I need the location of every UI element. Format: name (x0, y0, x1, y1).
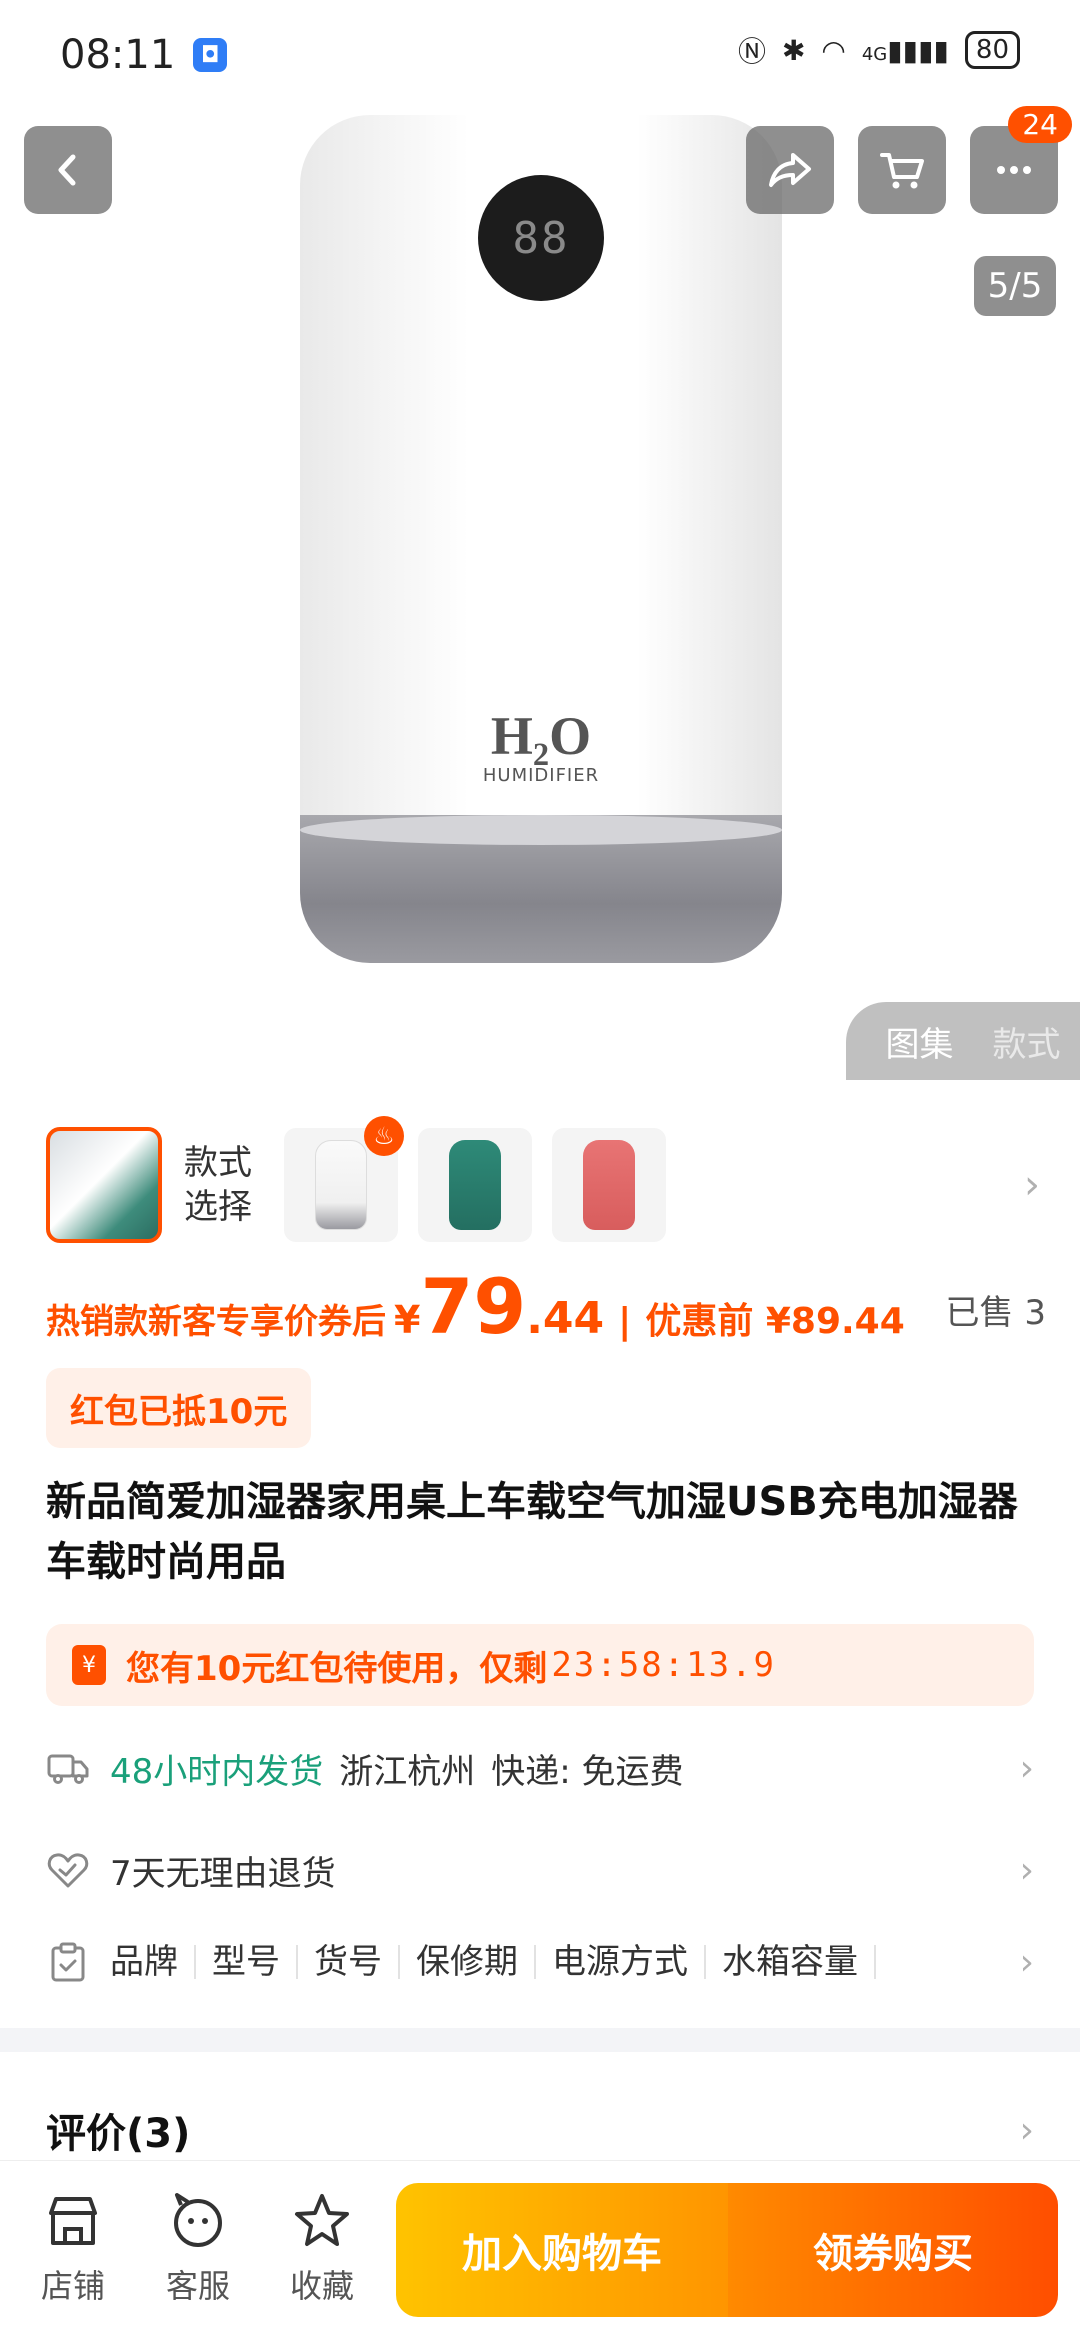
chevron-right-icon: › (1019, 1849, 1034, 1891)
shipping-origin: 浙江杭州 (339, 1751, 476, 1792)
favorite-label: 收藏 (289, 2267, 354, 2305)
tab-gallery[interactable]: 图集 (886, 1017, 954, 1066)
product-base (300, 815, 782, 963)
variant-thumbnail-green[interactable] (418, 1128, 532, 1242)
shipping-row[interactable]: 48小时内发货 浙江杭州 快递: 免运费 › (46, 1728, 1034, 1808)
battery-icon: 80 (964, 31, 1020, 69)
original-price: 优惠前 ¥89.44 (645, 1301, 905, 1342)
share-button[interactable] (746, 126, 834, 214)
buy-with-coupon-button[interactable]: 领券购买 (728, 2183, 1058, 2317)
more-icon (997, 166, 1031, 174)
chevron-right-icon: › (1019, 1941, 1034, 1983)
redpacket-banner[interactable]: ¥ 您有10元红包待使用，仅剩 23:58:13.9 (46, 1624, 1034, 1706)
tab-styles[interactable]: 款式 (993, 1017, 1061, 1066)
price-separator: | (618, 1301, 632, 1342)
returns-row[interactable]: 7天无理由退货 › (46, 1830, 1034, 1910)
variant-label-line2: 选择 (184, 1187, 252, 1227)
variant-thumbnail-red[interactable] (552, 1128, 666, 1242)
status-time: 08:11 (60, 32, 176, 78)
nfc-icon: Ⓝ (737, 35, 766, 68)
sold-count: 已售 3 (945, 1293, 1046, 1333)
customer-service-icon (174, 2193, 222, 2247)
product-led-display: 88 (478, 175, 604, 301)
more-button[interactable]: 24 (970, 106, 1072, 214)
variant-thumbnail-selected[interactable] (46, 1127, 162, 1243)
params-row[interactable]: 品牌 型号 货号 保修期 电源方式 水箱容量 › (46, 1922, 1034, 2002)
param-model: 型号 (196, 1945, 298, 1979)
share-icon (769, 153, 811, 187)
back-button[interactable] (24, 126, 112, 214)
variant-label: 款式 选择 (184, 1141, 264, 1229)
product-title: 新品简爱加湿器家用桌上车载空气加湿USB充电加湿器车载时尚用品 (46, 1479, 1018, 1585)
status-icons: Ⓝ ✱ ◠ 4G▮▮▮▮ 80 (738, 30, 1020, 70)
bluetooth-icon: ✱ (781, 33, 806, 67)
shop-button[interactable]: 店铺 (18, 2191, 128, 2307)
shop-icon (49, 2197, 97, 2245)
product-logo: H₂O (490, 706, 592, 766)
cart-count-badge: 24 (1008, 106, 1072, 143)
param-warranty: 保修期 (400, 1945, 536, 1979)
favorite-button[interactable]: 收藏 (267, 2191, 377, 2307)
price-decimal: .44 (526, 1293, 605, 1344)
chevron-right-icon: › (1019, 1747, 1034, 1789)
chevron-right-icon: › (1019, 2109, 1034, 2151)
page-indicator: 5/5 (974, 256, 1056, 316)
param-brand: 品牌 (110, 1945, 196, 1979)
back-icon (58, 154, 76, 186)
network-type: 4G (861, 43, 888, 65)
param-item-number: 货号 (298, 1945, 400, 1979)
cart-icon (880, 153, 924, 189)
price-prefix: 热销款新客专享价券后 (46, 1302, 386, 1342)
returns-text: 7天无理由退货 (110, 1853, 336, 1894)
chevron-right-icon[interactable]: › (1024, 1162, 1040, 1208)
redpacket-text: 您有10元红包待使用，仅剩 (126, 1648, 548, 1689)
price-currency: ¥ (394, 1298, 421, 1342)
redpacket-countdown: 23:58:13.9 (551, 1645, 777, 1685)
star-icon (295, 2194, 349, 2246)
clipboard-icon (51, 1942, 85, 1982)
shipping-time: 48小时内发货 (110, 1751, 324, 1792)
customer-service-label: 客服 (165, 2267, 230, 2305)
bottom-bar: 店铺 客服 收藏 加入购物车 领券购买 (0, 2160, 1080, 2340)
truck-icon (47, 1754, 89, 1784)
section-divider (0, 2028, 1080, 2052)
redpacket-icon: ¥ (72, 1645, 106, 1685)
coupon-tag: 红包已抵10元 (46, 1368, 312, 1448)
param-tank-capacity: 水箱容量 (706, 1945, 876, 1979)
battery-level: 80 (975, 35, 1009, 65)
status-bar: 08:11 ◘ Ⓝ ✱ ◠ 4G▮▮▮▮ 80 (0, 0, 1080, 110)
product-image: 88 H₂O HUMIDIFIER (300, 115, 782, 963)
shipping-method: 快递: 免运费 (491, 1751, 684, 1792)
variant-label-line1: 款式 (184, 1143, 252, 1183)
variant-thumbnail-white[interactable]: ♨ (284, 1116, 404, 1242)
reviews-title: 评价(3) (46, 2111, 191, 2157)
param-power: 电源方式 (536, 1945, 706, 1979)
wifi-icon: ◠ (821, 33, 846, 67)
product-logo-sub: HUMIDIFIER (482, 765, 600, 786)
shop-label: 店铺 (40, 2267, 105, 2305)
cart-button[interactable] (858, 126, 946, 214)
price-integer: 79 (420, 1262, 527, 1351)
price-row: 热销款新客专享价券后 ¥ 79 .44 | 优惠前 ¥89.44 已售 3 (46, 1262, 1046, 1351)
add-to-cart-button[interactable]: 加入购物车 (396, 2183, 728, 2317)
app-notification-icon: ◘ (193, 38, 228, 72)
heart-check-icon (47, 1853, 89, 1888)
customer-service-button[interactable]: 客服 (143, 2191, 253, 2307)
gallery-tabs: 图集 款式 (846, 1002, 1080, 1080)
signal-icon: 4G▮▮▮▮ (861, 33, 949, 67)
hot-icon: ♨ (364, 1116, 404, 1156)
variant-selector[interactable]: 款式 选择 ♨ › (0, 1116, 1080, 1250)
reviews-header[interactable]: 评价(3) › (46, 2090, 1034, 2170)
